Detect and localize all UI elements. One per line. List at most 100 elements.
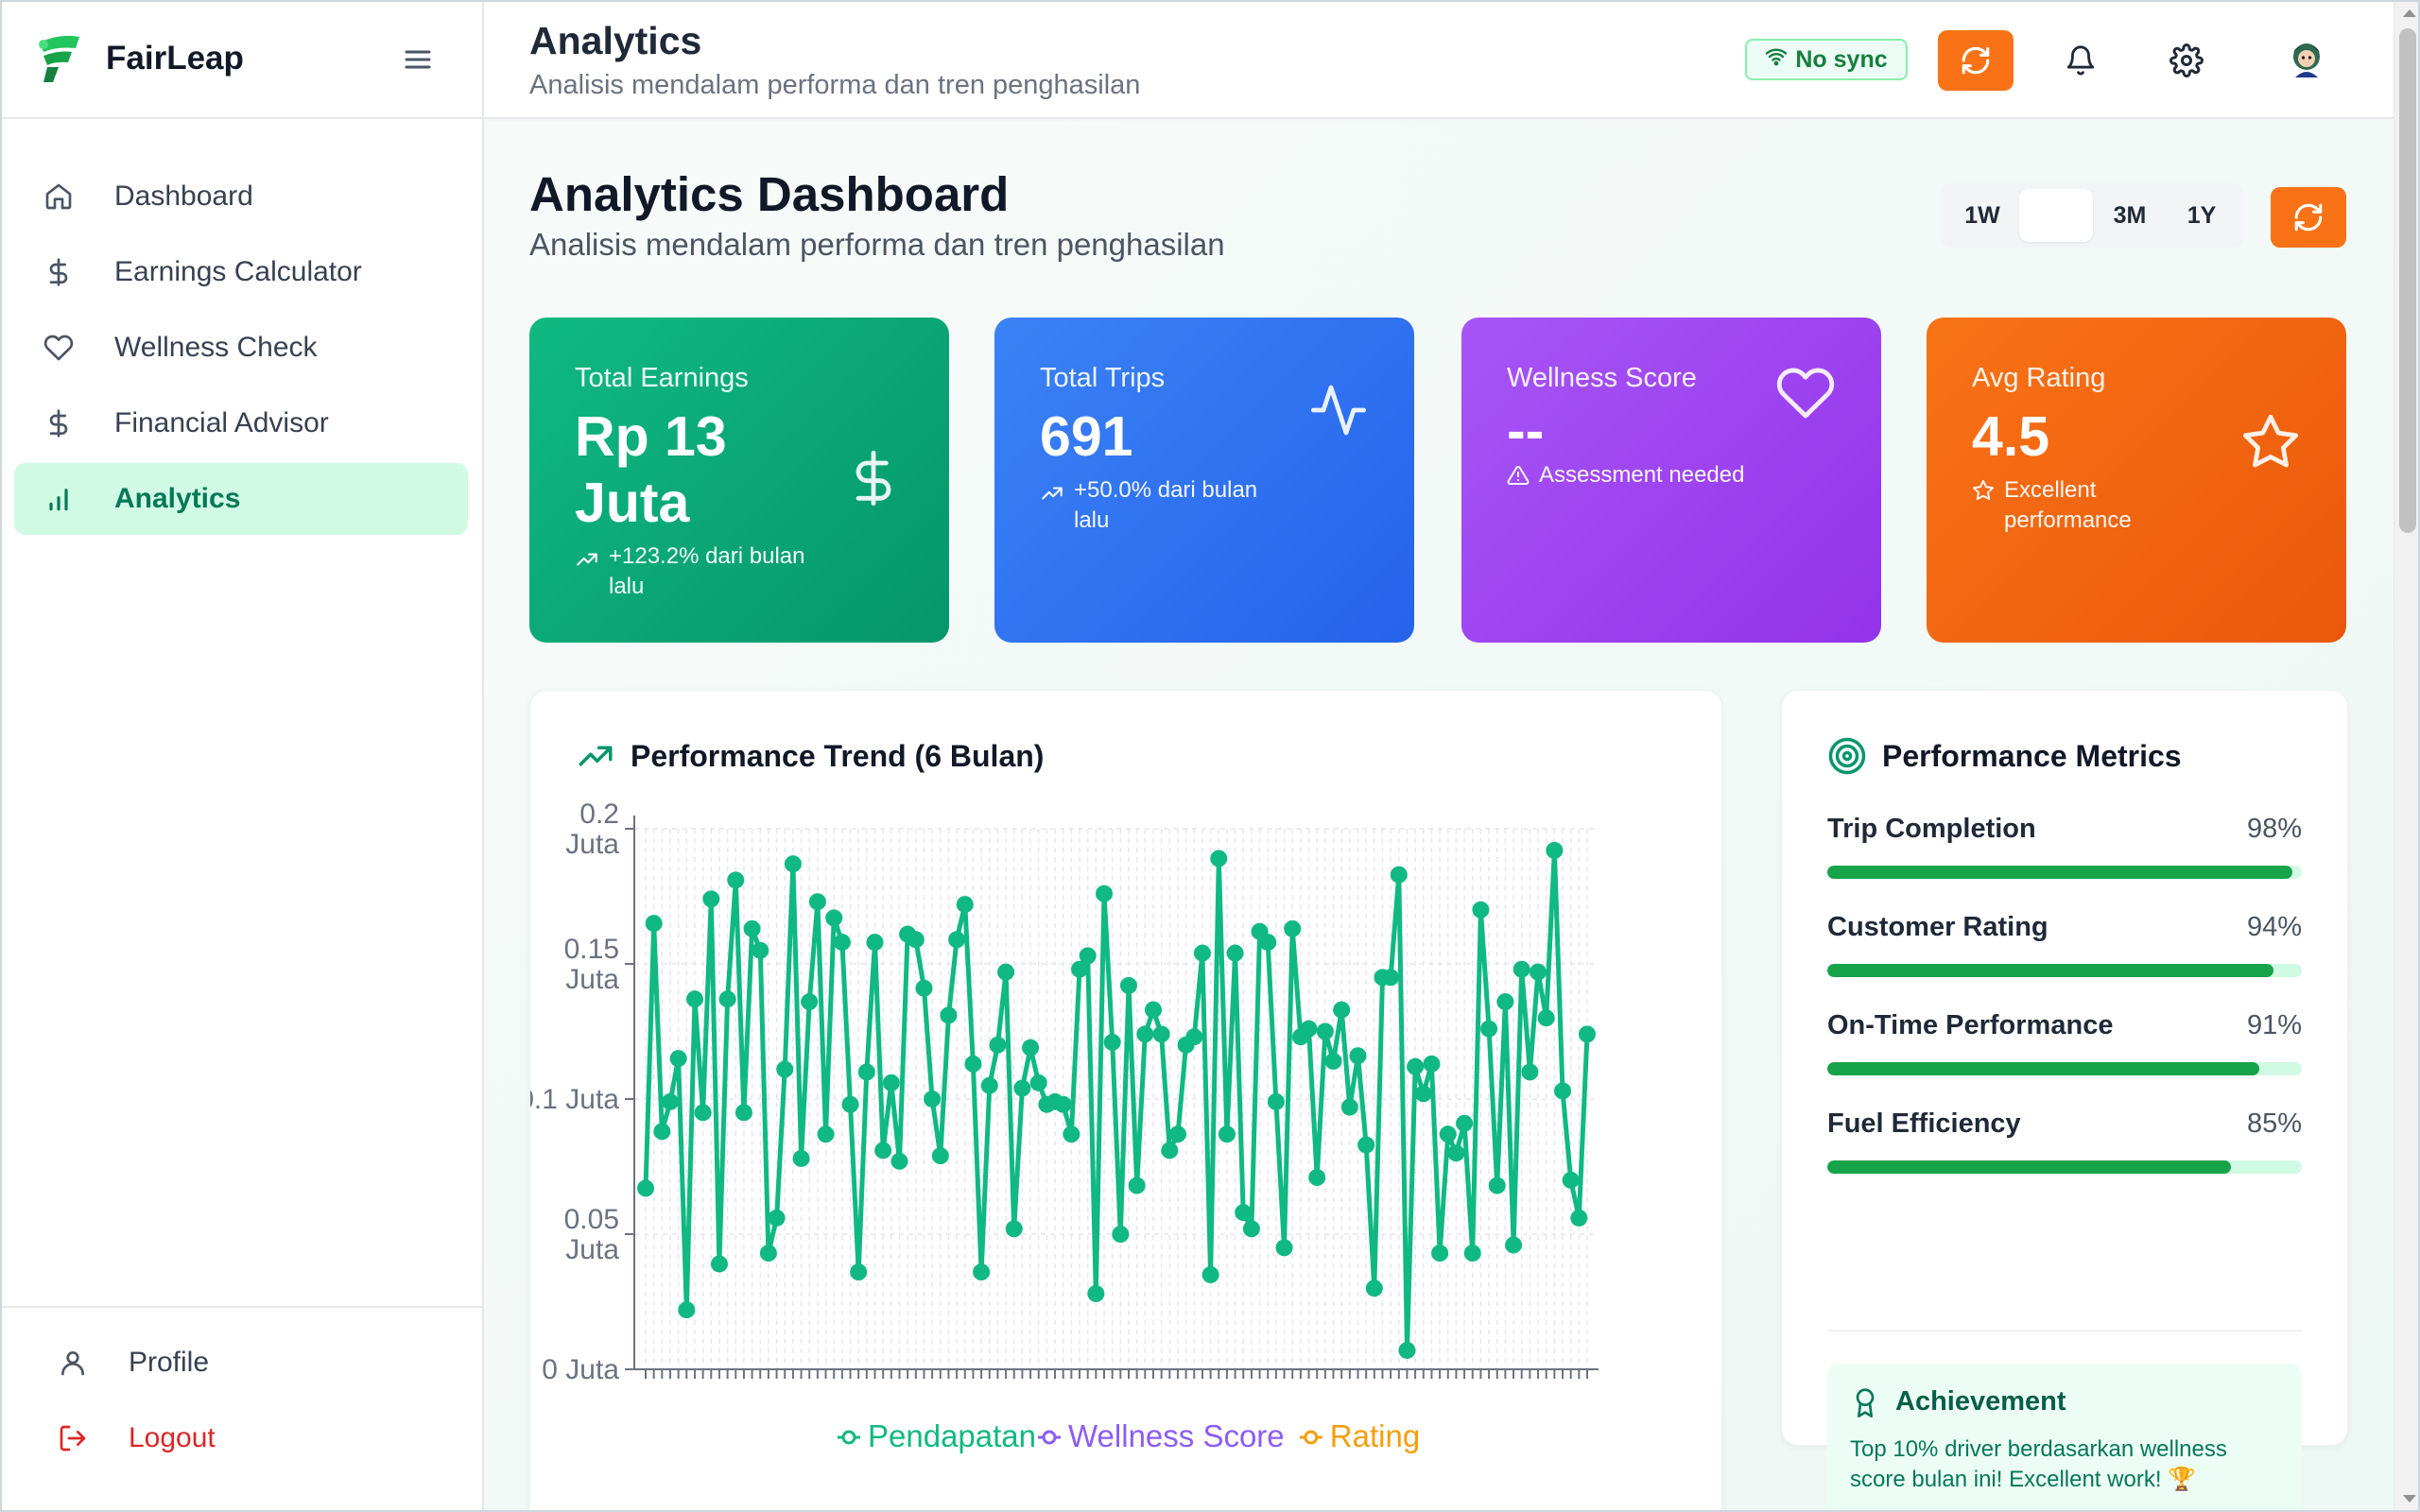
y-tick-label: 0.1 Juta: [530, 1084, 619, 1115]
sidebar-item-label: Financial Advisor: [114, 407, 329, 438]
metric-percent: 91%: [2246, 1010, 2302, 1040]
data-point: [1472, 901, 1490, 919]
sidebar-item-wellness-check[interactable]: Wellness Check: [14, 312, 468, 384]
settings-button[interactable]: [2168, 42, 2205, 79]
sidebar-item-earnings-calculator[interactable]: Earnings Calculator: [14, 236, 468, 308]
logout-icon: [57, 1422, 89, 1454]
brand-name: FairLeap: [106, 40, 244, 77]
home-icon: [43, 180, 75, 213]
page-scrollbar[interactable]: [2394, 0, 2420, 1512]
sync-status-badge[interactable]: No sync: [1745, 39, 1908, 80]
data-point: [1022, 1039, 1040, 1057]
sync-status-label: No sync: [1795, 45, 1888, 73]
metric-trip-completion: Trip Completion 98%: [1827, 814, 2302, 879]
data-point: [1431, 1245, 1449, 1263]
data-point: [1447, 1144, 1465, 1162]
brand-header: FairLeap: [0, 0, 482, 119]
data-point: [710, 1255, 728, 1273]
avatar-icon: [2293, 43, 2320, 77]
data-point: [825, 909, 843, 927]
stat-label: Avg Rating: [1972, 363, 2106, 393]
data-point: [833, 934, 851, 952]
data-point: [808, 893, 826, 911]
metric-percent: 85%: [2246, 1108, 2302, 1139]
sidebar-item-dashboard[interactable]: Dashboard: [14, 161, 468, 232]
data-point: [980, 1076, 998, 1094]
fairleap-logo-icon[interactable]: [30, 29, 89, 88]
data-point: [1423, 1055, 1441, 1073]
data-point: [924, 1091, 942, 1108]
dashboard-title: Analytics Dashboard: [529, 167, 1010, 221]
data-point: [1300, 1020, 1318, 1038]
data-point: [1570, 1209, 1588, 1227]
stat-delta: +123.2% dari bulan lalu: [575, 541, 821, 602]
sidebar-item-label: Profile: [129, 1347, 210, 1378]
data-point: [1546, 841, 1564, 859]
metric-fuel-efficiency: Fuel Efficiency 85%: [1827, 1108, 2302, 1174]
data-point: [1496, 993, 1514, 1011]
performance-trend-panel: Performance Trend (6 Bulan) 0 Juta 0.05 Ju…: [529, 690, 1722, 1512]
data-point: [997, 963, 1015, 981]
star-icon: [1973, 480, 1994, 500]
sidebar-item-analytics[interactable]: Analytics: [14, 463, 468, 535]
sidebar-item-logout[interactable]: Logout: [28, 1402, 454, 1474]
data-point: [817, 1125, 835, 1143]
data-point: [1128, 1177, 1146, 1194]
refresh-icon: [2294, 203, 2323, 232]
sidebar-item-profile[interactable]: Profile: [28, 1327, 454, 1399]
data-point: [1382, 969, 1400, 987]
performance-trend-chart: 0 Juta 0.05Juta 0.1 Juta 0.15Juta 0.2Juta Pen…: [530, 799, 1599, 1453]
data-point: [661, 1092, 679, 1110]
data-point: [1333, 1001, 1351, 1019]
data-point: [1185, 1028, 1203, 1046]
achievement-box: Achievement Top 10% driver berdasarkan w…: [1827, 1364, 2302, 1512]
trending-up-icon: [1042, 487, 1063, 500]
data-point: [637, 1179, 654, 1197]
data-point: [940, 1006, 958, 1024]
metric-progress-fill: [1827, 964, 2273, 977]
metric-name: On-Time Performance: [1827, 1010, 2114, 1040]
data-point: [1407, 1057, 1425, 1075]
data-point: [1398, 1341, 1416, 1359]
data-point: [1505, 1236, 1523, 1254]
sidebar-nav: Dashboard Earnings Calculator Wellness C…: [0, 119, 482, 535]
data-point: [1096, 885, 1114, 902]
data-point: [735, 1104, 752, 1122]
data-point: [1136, 1025, 1154, 1043]
stat-card-total-earnings: Total Earnings Rp 13 Juta +123.2% dari b…: [529, 318, 949, 643]
target-icon: [1828, 737, 1866, 775]
scrollbar-thumb[interactable]: [2399, 28, 2416, 533]
data-point: [1242, 1220, 1260, 1238]
menu-toggle-icon[interactable]: [401, 43, 435, 76]
data-point: [718, 990, 736, 1008]
metric-name: Fuel Efficiency: [1827, 1108, 2021, 1139]
data-point: [1365, 1280, 1383, 1297]
data-point: [1013, 1079, 1031, 1097]
data-point: [645, 915, 663, 933]
stat-label: Total Earnings: [575, 363, 749, 393]
data-point: [1324, 1052, 1342, 1070]
notifications-button[interactable]: [2062, 42, 2100, 79]
data-point: [1488, 1177, 1506, 1194]
data-point: [1554, 1082, 1572, 1100]
range-option-3m[interactable]: 3M: [2093, 189, 2167, 242]
activity-icon: [1310, 385, 1367, 436]
data-point: [1340, 1098, 1358, 1116]
refresh-button[interactable]: [1938, 30, 2014, 91]
range-option-selected[interactable]: [2019, 189, 2093, 242]
data-point: [907, 931, 925, 949]
scroll-down-arrow-icon[interactable]: [2403, 1495, 2416, 1503]
data-point: [1087, 1284, 1105, 1302]
scroll-up-arrow-icon[interactable]: [2403, 9, 2416, 17]
metric-percent: 98%: [2246, 814, 2302, 844]
achievement-text: Top 10% driver berdasarkan wellness scor…: [1850, 1436, 2227, 1492]
sidebar-item-financial-advisor[interactable]: Financial Advisor: [14, 387, 468, 459]
avatar[interactable]: [2278, 30, 2335, 87]
range-option-1y[interactable]: 1Y: [2165, 189, 2238, 242]
dashboard-subtitle: Analisis mendalam performa dan tren peng…: [529, 227, 1225, 262]
range-option-1w[interactable]: 1W: [1945, 189, 2019, 242]
refresh-analytics-button[interactable]: [2271, 187, 2346, 248]
sidebar: FairLeap Dashboard Earnings Calculator W…: [0, 0, 484, 1512]
data-point: [850, 1263, 868, 1281]
data-point: [1521, 1063, 1539, 1081]
